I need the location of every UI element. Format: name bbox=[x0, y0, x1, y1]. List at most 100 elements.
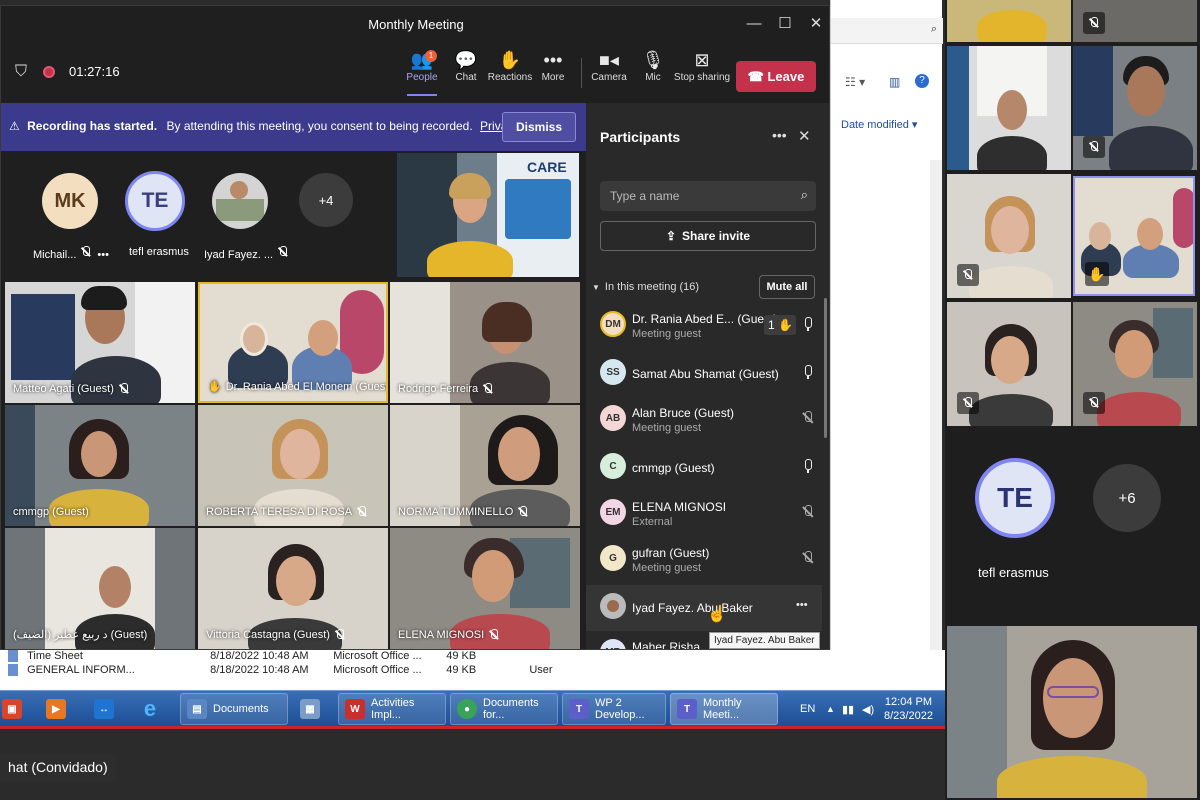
clock[interactable]: 12:04 PM 8/23/2022 bbox=[884, 691, 933, 727]
close-icon[interactable]: ✕ bbox=[805, 14, 827, 34]
avatar[interactable]: MK bbox=[42, 173, 98, 229]
avatar[interactable]: TE bbox=[125, 171, 185, 231]
video-tile-speaker[interactable]: CARE bbox=[397, 153, 579, 277]
photo-face bbox=[607, 600, 619, 612]
camera-button[interactable]: ■◂ Camera bbox=[584, 48, 634, 96]
minimize-icon[interactable]: — bbox=[743, 14, 765, 34]
preview-pane-icon[interactable]: ▥ bbox=[889, 75, 900, 89]
divider bbox=[0, 726, 945, 729]
taskbar-app-chrome[interactable]: ● Documents for... bbox=[450, 693, 558, 725]
taskbar-app-label: Documents bbox=[213, 703, 269, 715]
video-tile[interactable]: ELENA MIGNOSI bbox=[390, 528, 580, 649]
maximize-icon[interactable]: ☐ bbox=[774, 14, 796, 34]
participant-search-input[interactable]: Type a name ⌕ bbox=[600, 181, 816, 211]
panel-scrollbar[interactable] bbox=[824, 298, 827, 438]
file-row[interactable]: GENERAL INFORM... 8/18/2022 10:48 AM Mic… bbox=[8, 664, 589, 682]
participant-avatar: EM bbox=[600, 499, 626, 525]
participant-row[interactable]: AB Alan Bruce (Guest) Meeting guest bbox=[586, 397, 822, 443]
poster bbox=[11, 294, 75, 380]
toolbar-divider bbox=[581, 58, 582, 88]
person-head bbox=[1043, 658, 1103, 738]
video-tile[interactable]: Matteo Agati (Guest) bbox=[5, 282, 195, 403]
pinned-app-icon[interactable]: ▦ bbox=[300, 693, 330, 725]
video-tile[interactable]: NORMA TUMMINELLO bbox=[390, 405, 580, 526]
internet-explorer-icon: e bbox=[143, 696, 157, 721]
language-indicator[interactable]: EN bbox=[800, 691, 815, 727]
video-tile[interactable]: ROBERTA TERESA DI ROSA bbox=[198, 405, 388, 526]
video-tile[interactable]: Rodrigo Ferreira bbox=[390, 282, 580, 403]
participant-row[interactable]: EM ELENA MIGNOSI External bbox=[586, 491, 822, 537]
more-options-icon[interactable]: ••• bbox=[97, 249, 109, 261]
tray-chevron-icon[interactable]: ▲ bbox=[826, 691, 835, 727]
leave-button[interactable]: ☎ Leave bbox=[736, 61, 816, 92]
gallery-tile[interactable] bbox=[947, 302, 1071, 426]
avatar-photo[interactable] bbox=[212, 173, 268, 229]
mute-all-button[interactable]: Mute all bbox=[759, 275, 815, 299]
explorer-scrollbar[interactable] bbox=[930, 160, 942, 680]
explorer-search-bar[interactable]: ⌕ bbox=[831, 18, 943, 44]
view-options-icon[interactable]: ☷ ▾ bbox=[845, 75, 865, 89]
gallery-tile[interactable] bbox=[947, 0, 1071, 42]
network-icon[interactable]: ▮▮ bbox=[842, 691, 854, 727]
participant-row[interactable]: DM Dr. Rania Abed E... (Guest) Meeting g… bbox=[586, 303, 822, 349]
chevron-down-icon: ▼ bbox=[592, 283, 600, 292]
dismiss-button[interactable]: Dismiss bbox=[502, 112, 576, 142]
office-icon: ▣ bbox=[2, 699, 22, 719]
taskbar-app-teams-meeting[interactable]: T Monthly Meeti... bbox=[670, 693, 778, 725]
people-button[interactable]: 👥 1 People bbox=[397, 48, 447, 96]
participant-name: Samat Abu Shamat (Guest) bbox=[632, 367, 779, 381]
pinned-app-icon[interactable]: e bbox=[140, 693, 170, 725]
person-body bbox=[997, 756, 1147, 798]
gallery-tile[interactable] bbox=[1073, 0, 1197, 42]
pinned-app-icon[interactable]: ▣ bbox=[2, 693, 32, 725]
pinned-app-icon[interactable]: ↔ bbox=[94, 693, 124, 725]
help-icon[interactable]: ? bbox=[915, 74, 929, 88]
more-options-icon[interactable]: ••• bbox=[796, 599, 808, 611]
volume-icon[interactable]: ◀) bbox=[862, 691, 874, 727]
participant-row-hover[interactable]: Iyad Fayez. Abu Baker ••• bbox=[586, 585, 822, 631]
chat-label: Chat bbox=[455, 72, 477, 83]
taskbar-app-activities[interactable]: W Activities Impl... bbox=[338, 693, 446, 725]
person-head bbox=[99, 566, 131, 608]
share-invite-button[interactable]: ⇪ Share invite bbox=[600, 221, 816, 251]
folder-icon: ▤ bbox=[187, 699, 207, 719]
gallery-tile-large[interactable] bbox=[947, 626, 1197, 798]
shield-icon[interactable]: ⛉ bbox=[15, 63, 27, 81]
in-meeting-section-header[interactable]: ▼ In this meeting (16) bbox=[592, 281, 699, 293]
pinned-app-icon[interactable]: ▶ bbox=[46, 693, 76, 725]
mic-button[interactable]: 🎙 Mic bbox=[628, 48, 678, 96]
wps-writer-icon: W bbox=[345, 699, 365, 719]
video-tile[interactable]: cmmgp (Guest) bbox=[5, 405, 195, 526]
taskbar-app-documents[interactable]: ▤ Documents bbox=[180, 693, 288, 725]
gallery-tile-active[interactable]: ✋ bbox=[1073, 176, 1195, 296]
participant-avatar: G bbox=[600, 545, 626, 571]
gallery-tile[interactable] bbox=[947, 46, 1071, 170]
date-modified-column-header[interactable]: Date modified ▾ bbox=[841, 118, 917, 131]
person-body bbox=[969, 266, 1053, 298]
taskbar-app-teams-wp2[interactable]: T WP 2 Develop... bbox=[562, 693, 666, 725]
more-button[interactable]: ••• More bbox=[528, 48, 578, 96]
video-tile[interactable]: Vittoria Castagna (Guest) bbox=[198, 528, 388, 649]
more-options-icon[interactable]: ••• bbox=[772, 127, 787, 143]
close-panel-icon[interactable]: ✕ bbox=[798, 127, 811, 145]
teams-meeting-window: Monthly Meeting — ☐ ✕ ⛉ 01:27:16 👥 1 Peo… bbox=[0, 5, 830, 650]
microphone-icon bbox=[803, 365, 813, 379]
gallery-tile[interactable] bbox=[947, 174, 1071, 298]
gallery-tile[interactable] bbox=[1073, 302, 1197, 426]
chat-icon: 💬 bbox=[454, 50, 478, 70]
participant-row[interactable]: C cmmgp (Guest) bbox=[586, 445, 822, 491]
gallery-tile[interactable] bbox=[1073, 46, 1197, 170]
video-tile-raised-hand[interactable]: ✋ Dr. Rania Abed El Monem (Guest) bbox=[198, 282, 388, 403]
participant-row[interactable]: SS Samat Abu Shamat (Guest) bbox=[586, 351, 822, 397]
microphone-off-icon bbox=[803, 505, 813, 519]
search-icon: ⌕ bbox=[800, 187, 808, 202]
video-tile[interactable]: د ربيع عطير (الضيف) (Guest) bbox=[5, 528, 195, 649]
participant-row[interactable]: G gufran (Guest) Meeting guest bbox=[586, 537, 822, 583]
more-participants-button[interactable]: +4 bbox=[299, 173, 353, 227]
column-header-label: Date modified bbox=[841, 119, 909, 131]
gallery-more-button[interactable]: +6 bbox=[1093, 464, 1161, 532]
explorer-view-toolbar[interactable]: ☷ ▾ ▥ ? bbox=[831, 72, 943, 94]
chat-button[interactable]: 💬 Chat bbox=[441, 48, 491, 96]
gallery-avatar[interactable]: TE bbox=[975, 458, 1055, 538]
stop-sharing-button[interactable]: ⊠ Stop sharing bbox=[673, 48, 731, 96]
